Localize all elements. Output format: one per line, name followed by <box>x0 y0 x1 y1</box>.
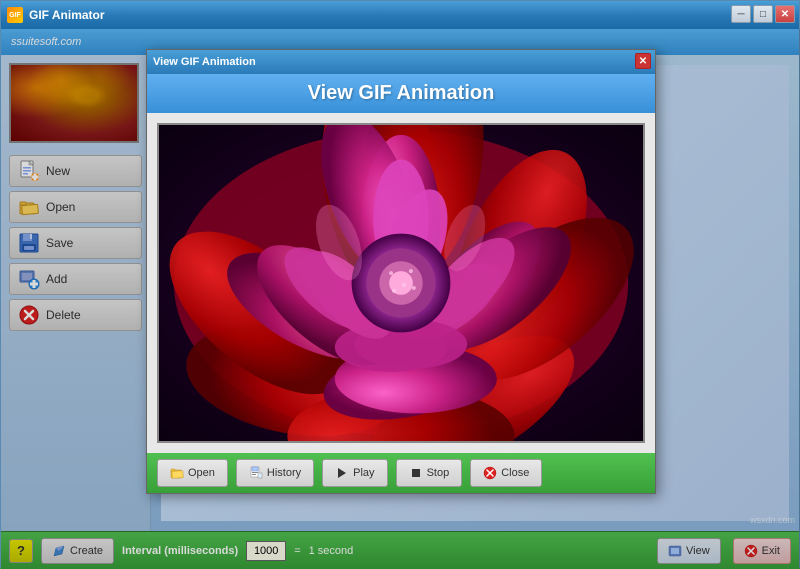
modal-close-label: Close <box>501 467 529 479</box>
modal-close-x-button[interactable]: Close <box>470 459 542 487</box>
maximize-button[interactable]: □ <box>753 5 773 23</box>
close-x-icon <box>483 466 497 480</box>
close-button[interactable]: ✕ <box>775 5 795 23</box>
modal-buttons: Open History <box>147 453 655 493</box>
modal-title: View GIF Animation <box>153 56 256 68</box>
modal-close-button[interactable]: ✕ <box>635 53 651 69</box>
modal-title-bar: View GIF Animation ✕ <box>147 50 655 74</box>
title-bar: GIF GIF Animator ─ □ ✕ <box>1 1 799 29</box>
modal-dialog: View GIF Animation ✕ View GIF Animation <box>146 49 656 494</box>
flower-image-area <box>157 123 645 443</box>
flower-svg <box>159 125 643 441</box>
modal-play-button[interactable]: Play <box>322 459 387 487</box>
modal-history-label: History <box>267 467 301 479</box>
minimize-button[interactable]: ─ <box>731 5 751 23</box>
stop-icon <box>409 466 423 480</box>
open-folder-icon <box>170 466 184 480</box>
app-icon: GIF <box>7 7 23 23</box>
play-icon <box>335 466 349 480</box>
modal-header: View GIF Animation <box>147 74 655 113</box>
modal-body <box>147 113 655 453</box>
history-icon <box>249 466 263 480</box>
main-window: GIF GIF Animator ─ □ ✕ ssuitesoft.com <box>0 0 800 568</box>
window-controls: ─ □ ✕ <box>731 5 795 23</box>
modal-history-button[interactable]: History <box>236 459 314 487</box>
modal-open-button[interactable]: Open <box>157 459 228 487</box>
modal-overlay: View GIF Animation ✕ View GIF Animation <box>1 29 800 569</box>
modal-header-title: View GIF Animation <box>147 82 655 105</box>
modal-stop-label: Stop <box>427 467 450 479</box>
window-title: GIF Animator <box>29 8 105 22</box>
modal-open-label: Open <box>188 467 215 479</box>
modal-stop-button[interactable]: Stop <box>396 459 463 487</box>
modal-play-label: Play <box>353 467 374 479</box>
